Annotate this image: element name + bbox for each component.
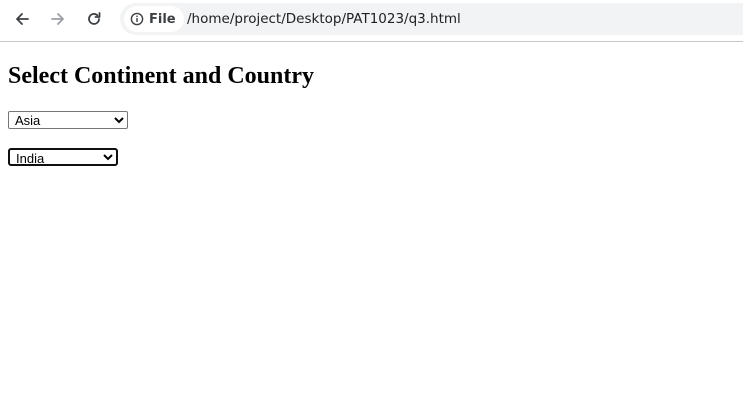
back-button[interactable] (8, 5, 36, 33)
forward-button[interactable] (44, 5, 72, 33)
url-text[interactable]: /home/project/Desktop/PAT1023/q3.html (187, 11, 461, 27)
page-content: Select Continent and Country Asia India (8, 42, 743, 166)
arrow-right-icon (51, 13, 64, 25)
page-title: Select Continent and Country (8, 63, 315, 89)
address-bar[interactable]: File /home/project/Desktop/PAT1023/q3.ht… (120, 3, 743, 35)
continent-select[interactable]: Asia (8, 111, 128, 129)
site-info-chip[interactable]: File (124, 6, 184, 32)
info-icon (130, 12, 144, 26)
browser-toolbar: File /home/project/Desktop/PAT1023/q3.ht… (0, 0, 743, 42)
reload-icon (88, 12, 101, 25)
arrow-left-icon (16, 13, 29, 25)
country-select[interactable]: India (8, 148, 118, 166)
reload-button[interactable] (80, 5, 108, 33)
site-chip-label: File (149, 11, 176, 27)
